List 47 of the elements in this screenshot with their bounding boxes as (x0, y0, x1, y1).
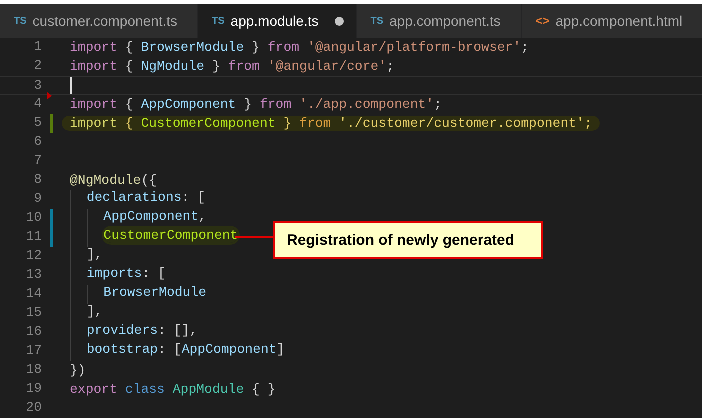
code-line: providers: [], (70, 323, 198, 342)
line-number: 15 (26, 305, 42, 320)
line-number: 8 (34, 172, 42, 187)
line-number: 2 (34, 58, 42, 73)
line-number: 5 (34, 115, 42, 130)
code-line: ], (70, 304, 103, 323)
code-line: import { CustomerComponent } from './customer/customer.component'; (62, 116, 600, 131)
line-number: 1 (34, 39, 42, 54)
line-number: 4 (34, 96, 42, 111)
callout-note: Registration of newly generated (273, 221, 543, 259)
line-number: 20 (26, 400, 42, 415)
line-number: 9 (34, 191, 42, 206)
line-number: 7 (34, 153, 42, 168)
line-number: 13 (26, 267, 42, 282)
typescript-file-icon: TS (14, 16, 27, 26)
editor-tab[interactable]: TS app.module.ts (198, 4, 357, 38)
code-line: BrowserModule (70, 285, 207, 304)
line-number: 16 (26, 324, 42, 339)
editor-tab[interactable]: TS app.component.ts (356, 4, 522, 38)
code-line: bootstrap: [AppComponent] (70, 342, 285, 361)
line-number: 10 (26, 210, 42, 225)
editor-tab[interactable]: TS customer.component.ts (0, 4, 198, 38)
code-line: declarations: [ (70, 190, 206, 209)
line-number: 11 (26, 229, 42, 244)
code-line: import { BrowserModule } from '@angular/platform-browser'; (70, 40, 530, 55)
leader-line (235, 236, 273, 238)
line-number: 18 (26, 362, 42, 377)
line-number: 19 (26, 381, 42, 396)
typescript-file-icon: TS (212, 16, 225, 26)
line-number: 6 (34, 134, 42, 149)
line-number: 12 (26, 248, 42, 263)
code-line: import { NgModule } from '@angular/core'; (70, 59, 395, 74)
line-number: 17 (26, 343, 42, 358)
unsaved-dot-icon (334, 16, 344, 26)
code-line: CustomerComponent (70, 228, 238, 247)
code-line: ], (70, 247, 103, 266)
typescript-file-icon: TS (370, 16, 384, 26)
code-line: }) (70, 363, 86, 378)
code-line: AppComponent, (70, 209, 207, 228)
line-number: 14 (26, 286, 42, 301)
html-file-icon: <> (536, 14, 550, 28)
code-line: import { AppComponent } from './app.component'; (70, 97, 442, 112)
code-line: export class AppModule { } (70, 382, 276, 397)
code-line: @NgModule({ (70, 173, 158, 188)
line-number: 3 (34, 78, 42, 93)
code-line: imports: [ (70, 266, 166, 285)
editor-tab[interactable]: <> app.component.html (522, 4, 702, 38)
